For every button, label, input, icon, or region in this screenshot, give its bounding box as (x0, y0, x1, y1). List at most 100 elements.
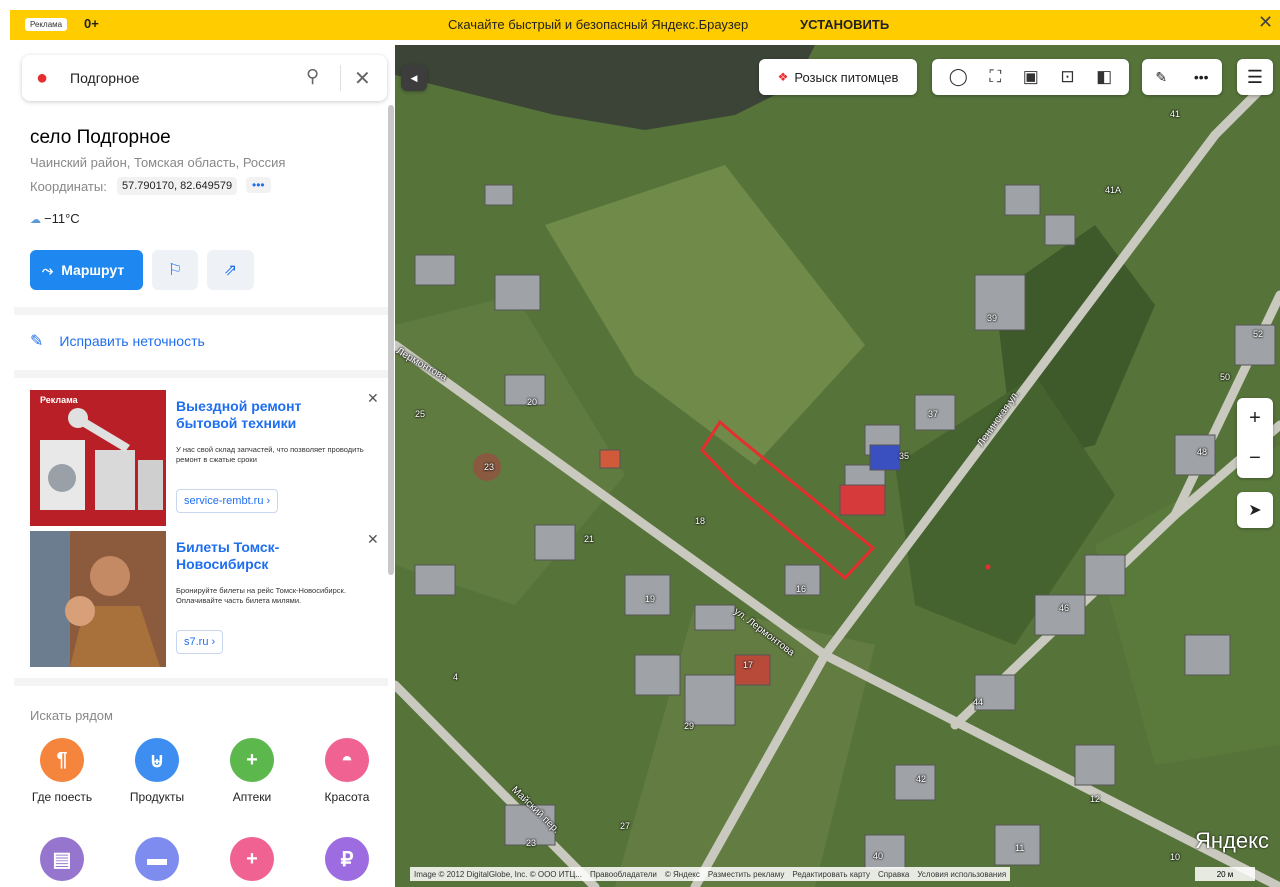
bookmark-button[interactable]: ⚐ (152, 250, 198, 290)
category-beauty[interactable]: ◓ Красота (307, 738, 387, 804)
house-number: 21 (584, 534, 595, 544)
house-number: 37 (928, 409, 939, 419)
yandex-logo: Яндекс (1195, 828, 1269, 853)
ad-card[interactable]: Билеты Томск-Новосибирск Бронируйте биле… (30, 531, 380, 667)
age-rating: 0+ (84, 16, 99, 31)
banner-close-icon[interactable]: ✕ (1258, 12, 1273, 33)
place-address: Чаинский район, Томская область, Россия (30, 155, 286, 170)
ad-description: Бронируйте билеты на рейс Томск-Новосиби… (176, 586, 346, 605)
category-pharmacy[interactable]: + Аптеки (212, 738, 292, 804)
house-number: 48 (1197, 447, 1208, 457)
scale-label: 20 м (1216, 869, 1234, 879)
my-location-button[interactable]: ➤ (1237, 492, 1273, 528)
ad-link[interactable]: s7.ru › (176, 630, 224, 654)
weather-temp: −11°C (44, 211, 80, 226)
copyright-owners-link[interactable]: Правообладатели (590, 870, 657, 879)
category-groceries[interactable]: ⊎ Продукты (117, 738, 197, 804)
zoom-in-button[interactable]: + (1249, 407, 1261, 430)
house-number: 41 (1170, 109, 1181, 119)
house-number: 35 (899, 451, 910, 461)
ad-link[interactable]: service-rembt.ru › (176, 489, 279, 513)
install-button[interactable]: УСТАНОВИТЬ (800, 17, 889, 32)
fix-inaccuracy-link[interactable]: ✎ Исправить неточность (30, 331, 205, 351)
terms-link[interactable]: Условия использования (917, 870, 1006, 879)
hamburger-icon: ☰ (1246, 66, 1264, 87)
close-icon[interactable]: ✕ (354, 66, 371, 91)
layer-transport-icon[interactable]: ⊡ (1060, 67, 1074, 87)
ad-image: Реклама (30, 390, 166, 526)
category-label: Продукты (129, 790, 185, 804)
ad-close-icon[interactable]: ✕ (367, 390, 379, 407)
ad-card[interactable]: Реклама Выездной ремонт бытовой техники … (30, 390, 380, 526)
category-hospitals[interactable]: + (212, 837, 292, 881)
house-number: 50 (1220, 372, 1231, 382)
ad-label: Реклама (25, 18, 68, 31)
paw-icon: ❖ (777, 70, 789, 84)
copyright-imagery: Image © 2012 DigitalGlobe, Inc. © ООО ИТ… (414, 869, 582, 879)
ad-title[interactable]: Билеты Томск-Новосибирск (176, 539, 346, 573)
map-view[interactable]: ул. Лермонтова Ленинская ул. Майский пер… (395, 45, 1280, 887)
layer-traffic-icon[interactable]: ◧ (1096, 67, 1112, 87)
divider (14, 307, 388, 315)
ruler-icon[interactable]: ✎ (1155, 69, 1167, 86)
search-input[interactable]: Подгорное (70, 70, 139, 86)
category-banks[interactable]: ₽ (307, 837, 387, 881)
search-divider (340, 65, 341, 91)
scale-bar: 20 м (1195, 867, 1255, 881)
category-hotels[interactable]: ▬ (117, 837, 197, 881)
category-food[interactable]: ¶ Где поесть (22, 738, 102, 804)
ad-close-icon[interactable]: ✕ (367, 531, 379, 548)
search-box[interactable]: ● Подгорное ⚲ ✕ (22, 55, 387, 101)
menu-button[interactable]: ☰ (1237, 59, 1273, 95)
satellite-imagery (395, 45, 1280, 887)
house-number: 16 (796, 584, 807, 594)
ad-title[interactable]: Выездной ремонт бытовой техники (176, 398, 346, 432)
house-number: 11 (1015, 843, 1025, 853)
more-icon[interactable]: ••• (1194, 69, 1209, 85)
help-link[interactable]: Справка (878, 870, 909, 879)
layer-panorama-icon[interactable]: ⛶ (989, 67, 1001, 87)
search-icon[interactable]: ⚲ (306, 66, 319, 87)
side-panel: ● Подгорное ⚲ ✕ село Подгорное Чаинский … (0, 45, 395, 887)
fork-knife-icon: ¶ (40, 738, 84, 782)
house-number: 42 (916, 774, 927, 784)
ad-image (30, 531, 166, 667)
category-atm[interactable]: ▤ (22, 837, 102, 881)
advertise-link[interactable]: Разместить рекламу (708, 870, 784, 879)
coords-value[interactable]: 57.790170, 82.649579 (117, 177, 238, 195)
house-number: 39 (987, 313, 998, 323)
atm-icon: ▤ (40, 837, 84, 881)
cross-icon: + (230, 738, 274, 782)
zoom-out-button[interactable]: − (1249, 447, 1261, 470)
chevron-left-icon: ◀ (410, 72, 418, 83)
category-label: Аптеки (232, 790, 272, 804)
coords-label: Координаты: (30, 179, 107, 194)
layer-photo-icon[interactable]: ▣ (1023, 67, 1039, 87)
banner-message[interactable]: Скачайте быстрый и безопасный Яндекс.Бра… (448, 17, 748, 32)
house-number: 23 (484, 462, 495, 472)
weather-icon: ☁ (30, 214, 41, 226)
house-number: 4 (453, 672, 459, 682)
lips-icon: ◓ (325, 738, 369, 782)
app-root: Реклама 0+ Скачайте быстрый и безопасный… (0, 0, 1280, 887)
pets-search-button[interactable]: ❖ Розыск питомцев (759, 59, 917, 95)
house-number: 41А (1105, 185, 1122, 195)
panel-scrollbar[interactable] (388, 105, 394, 575)
route-button[interactable]: ⤳ Маршрут (30, 250, 143, 290)
divider (14, 370, 388, 378)
house-number: 23 (526, 838, 537, 848)
layer-scheme-icon[interactable]: ◯ (949, 67, 968, 87)
route-icon: ⤳ (42, 261, 54, 278)
coords-more-button[interactable]: ••• (246, 177, 271, 193)
share-button[interactable]: ⇗ (207, 250, 254, 290)
edit-map-link[interactable]: Редактировать карту (792, 870, 870, 879)
house-number: 25 (415, 409, 426, 419)
route-label: Маршрут (61, 262, 125, 278)
collapse-panel-button[interactable]: ◀ (401, 65, 427, 91)
ruble-icon: ₽ (325, 837, 369, 881)
category-label: Где поесть (31, 790, 93, 804)
bed-icon: ▬ (135, 837, 179, 881)
ad-description: У нас свой склад запчастей, что позволяе… (176, 445, 364, 464)
copyright-yandex: © Яндекс (664, 869, 700, 879)
house-number: 29 (684, 721, 695, 731)
